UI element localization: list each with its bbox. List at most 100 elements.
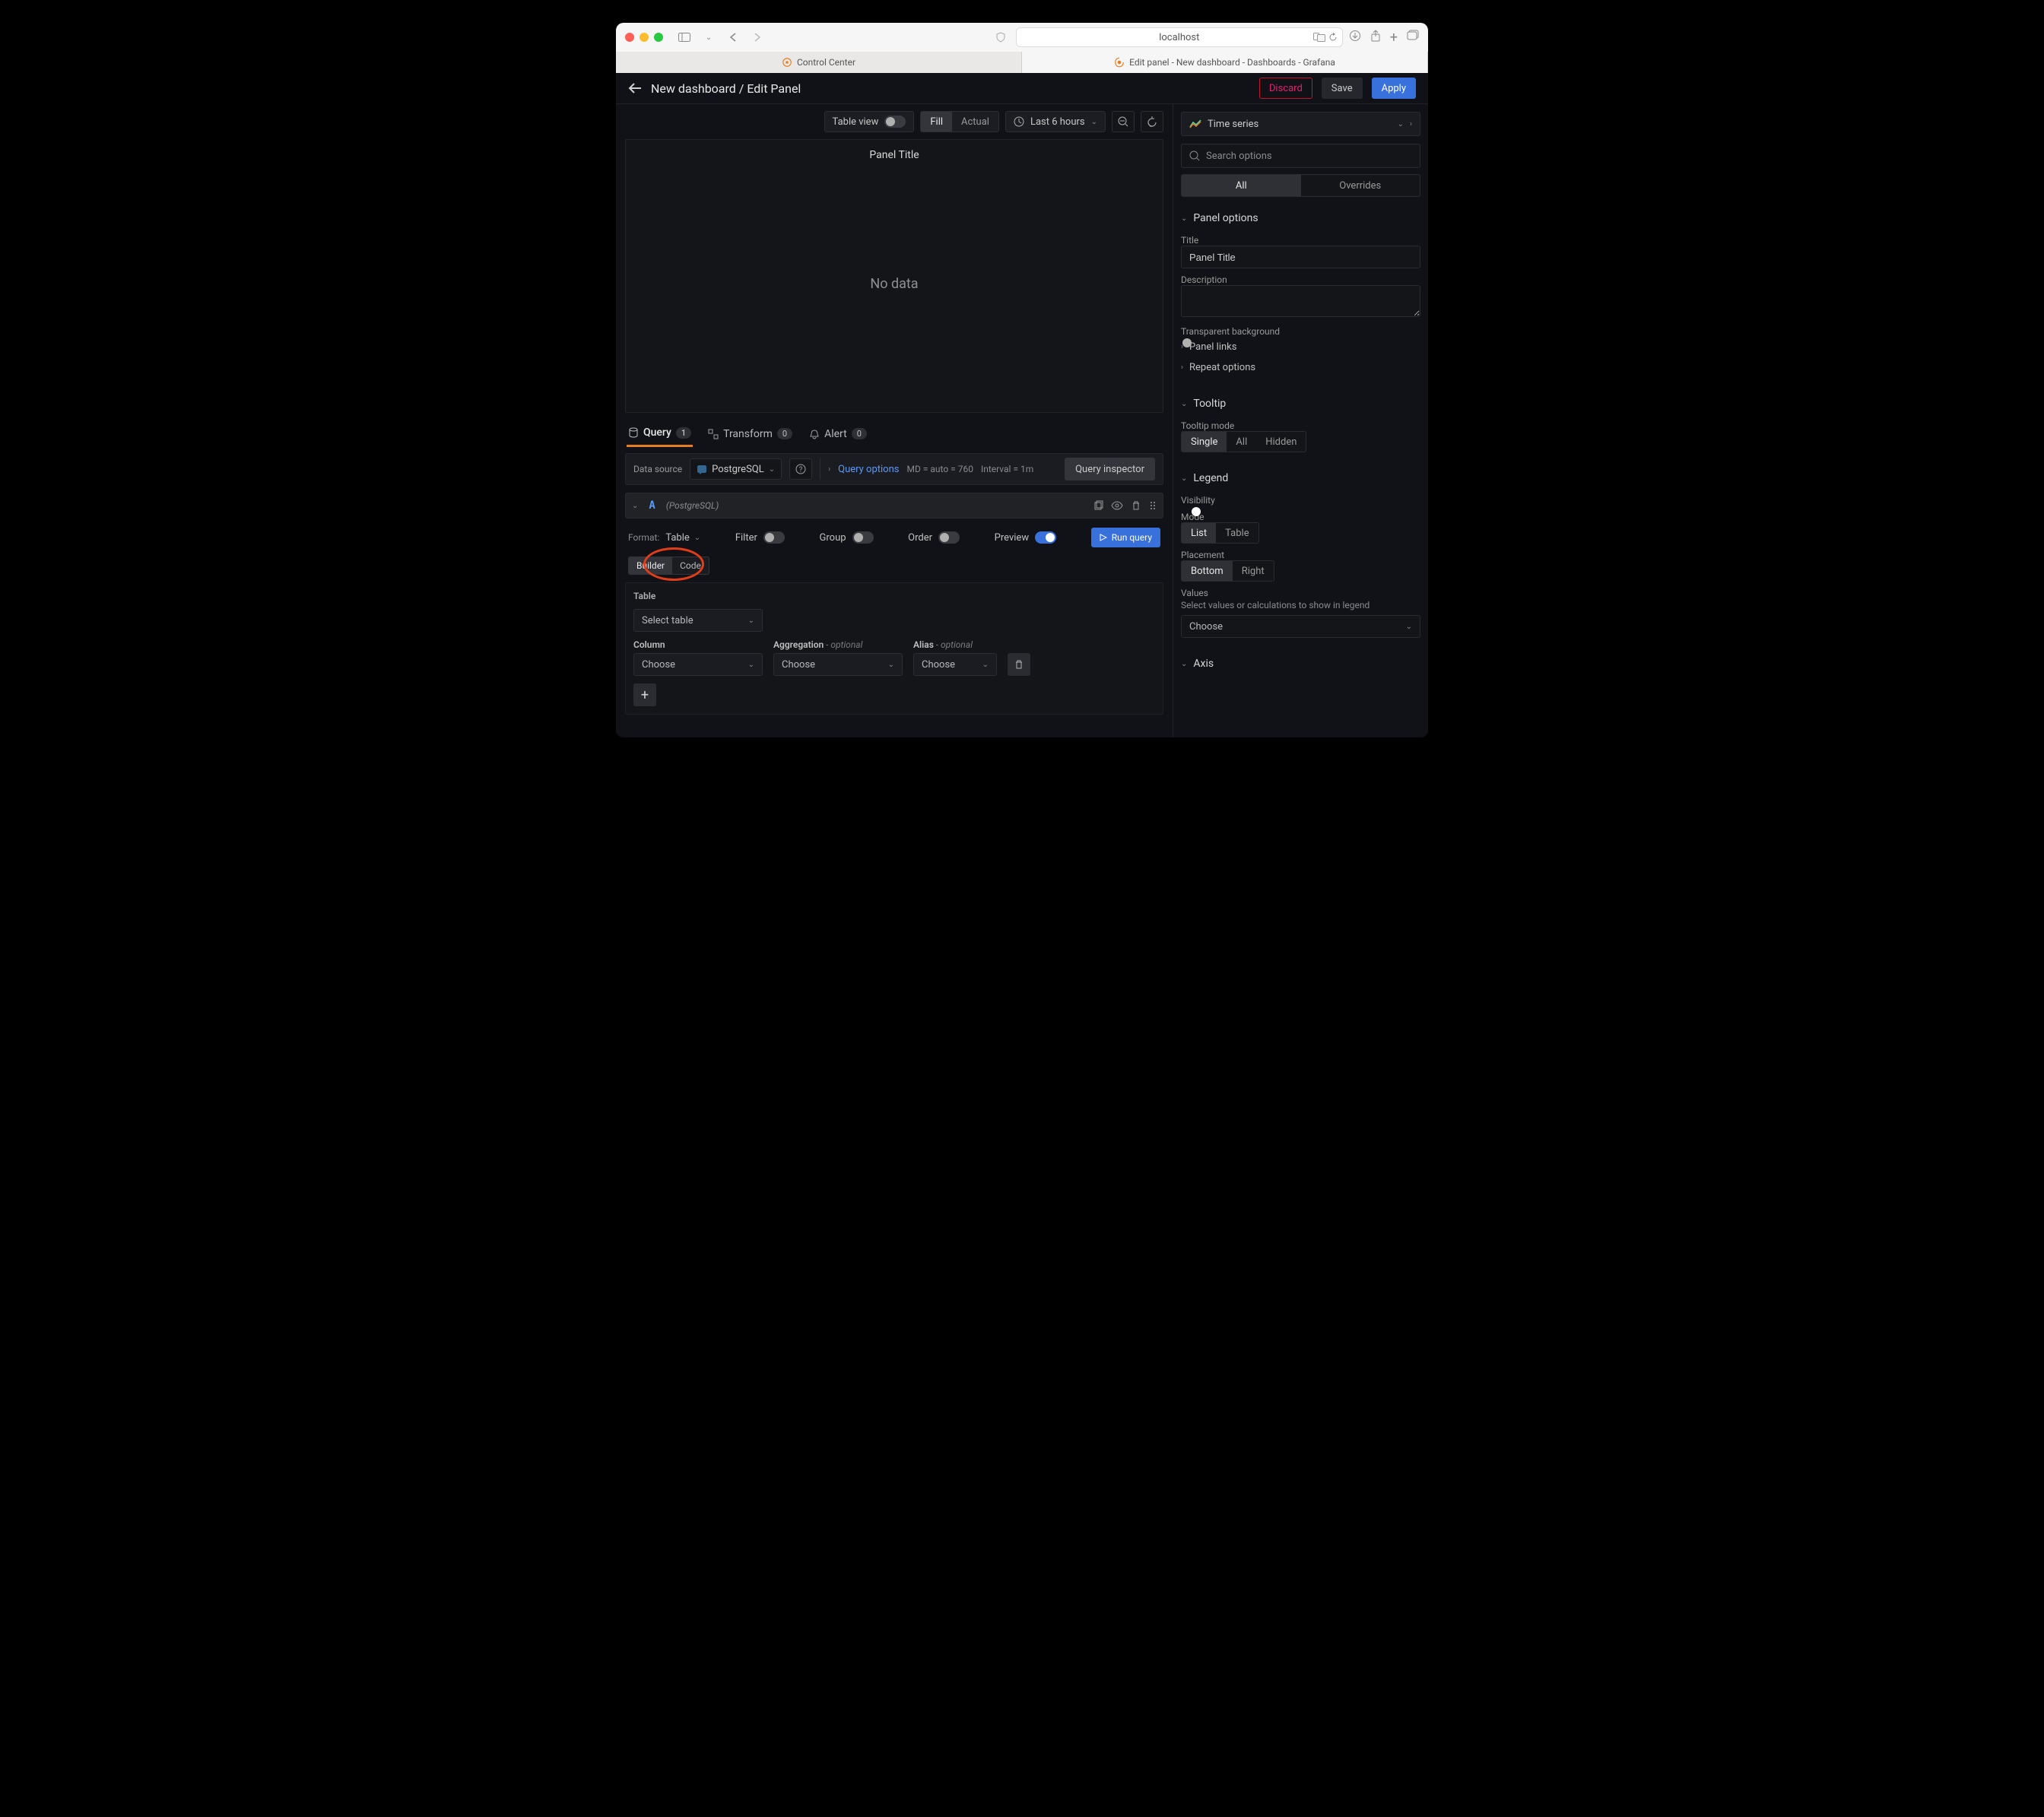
chevron-down-icon: ⌄ (888, 661, 894, 669)
maximize-window-icon[interactable] (654, 33, 663, 42)
zoom-out-icon[interactable] (1112, 111, 1135, 132)
tooltip-heading[interactable]: ⌄ Tooltip (1181, 393, 1420, 414)
chevron-right-icon: › (1181, 363, 1183, 372)
chevron-down-icon: ⌄ (769, 465, 775, 474)
shield-icon[interactable] (992, 28, 1010, 46)
datasource-help-icon[interactable]: ? (789, 458, 812, 480)
legend-bottom[interactable]: Bottom (1182, 561, 1233, 581)
options-tabs: All Overrides (1181, 174, 1420, 197)
save-button[interactable]: Save (1322, 78, 1363, 99)
builder-mode[interactable]: Builder (629, 557, 672, 574)
order-toggle[interactable] (938, 531, 960, 544)
new-tab-icon[interactable]: + (1390, 30, 1398, 46)
actual-option[interactable]: Actual (952, 112, 998, 132)
legend-list[interactable]: List (1182, 523, 1216, 543)
group-toggle[interactable] (852, 531, 874, 544)
share-icon[interactable] (1370, 30, 1381, 46)
options-search[interactable]: Search options (1181, 144, 1420, 168)
tabs-overview-icon[interactable] (1407, 30, 1419, 46)
panel-links-heading[interactable]: › Panel links (1181, 337, 1420, 357)
query-a-header[interactable]: ⌄ A (PostgreSQL) (625, 493, 1163, 518)
run-query-button[interactable]: Run query (1091, 528, 1160, 547)
legend-table[interactable]: Table (1216, 523, 1258, 543)
format-select[interactable]: Table ⌄ (665, 532, 700, 544)
tooltip-hidden[interactable]: Hidden (1256, 432, 1306, 452)
table-select[interactable]: Select table ⌄ (633, 609, 763, 632)
browser-tab-grafana[interactable]: Edit panel - New dashboard - Dashboards … (1022, 52, 1428, 73)
chevron-down-icon[interactable]: ⌄ (632, 502, 638, 510)
panel-options-heading[interactable]: ⌄ Panel options (1181, 208, 1420, 229)
datasource-picker[interactable]: PostgreSQL ⌄ (690, 458, 782, 480)
chevron-right-icon[interactable]: › (828, 465, 830, 474)
tab-all[interactable]: All (1182, 175, 1301, 196)
legend-right[interactable]: Right (1233, 561, 1274, 581)
window-controls[interactable] (625, 33, 663, 42)
tooltip-all[interactable]: All (1227, 432, 1256, 452)
back-arrow-icon[interactable] (628, 82, 642, 94)
query-ref-id[interactable]: A (646, 499, 658, 512)
sidebar-icon[interactable] (675, 28, 694, 46)
url-bar[interactable]: localhost (1016, 27, 1343, 47)
copy-icon[interactable] (1093, 500, 1103, 511)
eye-icon[interactable] (1111, 500, 1123, 511)
drag-handle-icon[interactable] (1149, 500, 1157, 511)
confluent-icon (782, 57, 792, 68)
legend-placement-group[interactable]: Bottom Right (1181, 560, 1274, 582)
legend-values-select[interactable]: Choose ⌄ (1181, 615, 1420, 638)
tab-alert[interactable]: Alert 0 (808, 422, 868, 446)
query-inspector-button[interactable]: Query inspector (1065, 458, 1155, 480)
table-view-toggle[interactable] (884, 116, 906, 128)
back-icon[interactable] (724, 28, 742, 46)
legend-heading[interactable]: ⌄ Legend (1181, 468, 1420, 489)
alert-count-badge: 0 (852, 428, 867, 439)
builder-code-toggle[interactable]: Builder Code (628, 557, 709, 575)
apply-button[interactable]: Apply (1372, 78, 1416, 99)
repeat-options-heading[interactable]: › Repeat options (1181, 357, 1420, 378)
search-placeholder: Search options (1206, 151, 1272, 162)
visualization-picker[interactable]: Time series ⌄ › (1181, 112, 1420, 136)
play-icon (1100, 534, 1107, 541)
table-view-toggle-group[interactable]: Table view (824, 111, 915, 132)
preview-toggle[interactable] (1035, 531, 1056, 544)
query-count-badge: 1 (676, 427, 691, 439)
close-window-icon[interactable] (625, 33, 634, 42)
datasource-label: Data source (633, 464, 682, 474)
discard-button[interactable]: Discard (1259, 78, 1312, 99)
query-builder-form: Table Select table ⌄ Column Choose ⌄ (625, 582, 1163, 715)
fill-option[interactable]: Fill (921, 112, 952, 132)
chevron-down-icon[interactable]: ⌄ (700, 28, 718, 46)
tab-query[interactable]: Query 1 (627, 420, 693, 447)
minimize-window-icon[interactable] (640, 33, 649, 42)
editor-tabs: Query 1 Transform 0 Alert 0 (616, 413, 1173, 447)
trash-icon[interactable] (1131, 500, 1141, 511)
tooltip-mode-group[interactable]: Single All Hidden (1181, 431, 1306, 452)
alias-select[interactable]: Choose ⌄ (913, 653, 997, 676)
browser-tab-control-center[interactable]: Control Center (616, 52, 1022, 73)
tab-overrides[interactable]: Overrides (1301, 175, 1420, 196)
remove-column-button[interactable] (1008, 653, 1030, 676)
filter-toggle[interactable] (763, 531, 785, 544)
legend-values-desc: Select values or calculations to show in… (1181, 600, 1420, 610)
time-range-picker[interactable]: Last 6 hours ⌄ (1005, 111, 1106, 132)
forward-icon[interactable] (748, 28, 766, 46)
code-mode[interactable]: Code (672, 557, 709, 574)
translate-icon[interactable] (1313, 33, 1325, 42)
interval: Interval = 1m (981, 464, 1033, 474)
tab-transform[interactable]: Transform 0 (706, 422, 794, 446)
column-select[interactable]: Choose ⌄ (633, 653, 763, 676)
tab-label: Control Center (797, 57, 855, 68)
refresh-icon[interactable] (1141, 111, 1163, 132)
alias-field-label: Alias - optional (913, 639, 997, 650)
legend-mode-group[interactable]: List Table (1181, 522, 1259, 544)
fill-actual-toggle[interactable]: Fill Actual (920, 111, 999, 132)
query-options-link[interactable]: Query options (838, 464, 899, 475)
tooltip-single[interactable]: Single (1182, 432, 1227, 452)
axis-heading[interactable]: ⌄ Axis (1181, 653, 1420, 674)
description-input[interactable] (1181, 285, 1420, 317)
reload-icon[interactable] (1328, 33, 1338, 42)
chevron-right-icon[interactable]: › (1410, 120, 1412, 128)
add-column-button[interactable]: + (633, 683, 656, 706)
aggregation-select[interactable]: Choose ⌄ (773, 653, 903, 676)
download-icon[interactable] (1349, 30, 1361, 46)
title-input[interactable] (1181, 246, 1420, 268)
